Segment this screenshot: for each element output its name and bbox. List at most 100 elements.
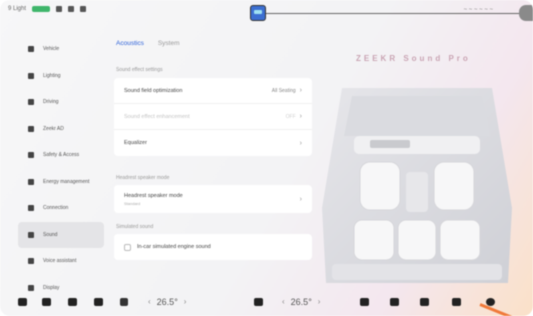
engine-sound-checkbox[interactable] [124, 243, 131, 251]
chevron-right-icon: › [299, 87, 302, 94]
temp-right-decrease[interactable]: ‹ [282, 297, 285, 307]
fan-icon[interactable] [94, 298, 103, 306]
screen-shape [370, 140, 410, 148]
status-text: 9 Light [8, 6, 27, 12]
section-title-sound-effect: Sound effect settings [116, 67, 163, 73]
settings-screen: 9 Light ~ ~ ~ ~ ~ ~ Vehicle Lighting Dri… [0, 0, 533, 316]
sidebar-item-label: Vehicle [43, 46, 60, 52]
temp-left-decrease[interactable]: ‹ [148, 297, 151, 307]
temp-right-value: 26.5° [290, 297, 312, 307]
headrest-sub: Standard [124, 200, 141, 206]
rear-shelf [332, 264, 502, 280]
chevron-right-icon: › [299, 195, 302, 203]
center-console [406, 172, 428, 212]
temp-left-increase[interactable]: › [184, 297, 187, 307]
sound-field-value: All Seating [271, 87, 296, 94]
status-left: 9 Light [8, 6, 87, 12]
sidebar-item-label: Energy management [43, 178, 90, 185]
seat-rear-right [439, 219, 481, 261]
bottom-dock: ‹ 26.5° › ‹ 26.5° › [0, 290, 533, 316]
car-interior-illustration [322, 88, 512, 283]
top-slider-track [265, 13, 523, 14]
sidebar-item-driving[interactable]: Driving [18, 89, 104, 115]
sidebar-item-label: Connection [43, 205, 69, 211]
music-icon[interactable] [420, 298, 429, 306]
sound-effect-card: Sound field optimization All Seating › S… [114, 78, 312, 156]
tab-acoustics[interactable]: Acoustics [116, 40, 144, 47]
chevron-right-icon: › [299, 139, 302, 147]
headrest-label: Headrest speaker mode [124, 192, 183, 199]
tab-system[interactable]: System [158, 40, 180, 47]
energy-icon [28, 178, 34, 185]
sidebar-item-label: Driving [43, 99, 59, 105]
sidebar-item-label: Lighting [43, 72, 61, 79]
sidebar-item-lighting[interactable]: Lighting [18, 63, 104, 89]
sidebar-item-sound[interactable]: Sound [18, 221, 104, 248]
image-app-icon[interactable] [250, 5, 266, 21]
steering-icon [28, 99, 34, 105]
wifi-icon [68, 6, 75, 12]
seat-rear-left [353, 219, 395, 261]
link-icon [28, 205, 34, 211]
sidebar-item-label: Voice assistant [43, 258, 77, 264]
sound-field-row[interactable]: Sound field optimization All Seating › [114, 78, 312, 104]
mic-icon [28, 258, 34, 264]
headrest-text: Headrest speaker mode Standard [124, 193, 183, 206]
headrest-card: Headrest speaker mode Standard › [114, 185, 312, 213]
sidebar-item-label: Zeekr AD [43, 125, 64, 132]
headrest-row[interactable]: Headrest speaker mode Standard › [114, 185, 312, 213]
engine-sound-row[interactable]: In-car simulated engine sound [114, 234, 312, 260]
equalizer-label: Equalizer [124, 140, 147, 146]
seat-rear-middle [397, 219, 437, 261]
sound-effect-enhancement-label: Sound effect enhancement [124, 113, 190, 120]
brand-title: ZEEKR Sound Pro [356, 54, 471, 63]
light-icon [28, 72, 34, 79]
climate-icon[interactable] [254, 298, 263, 306]
shield-icon [28, 152, 34, 158]
mail-icon[interactable] [390, 298, 399, 306]
engine-sound-label: In-car simulated engine sound [137, 244, 211, 250]
sidebar-item-label: Sound [43, 231, 58, 238]
sidebar-item-voice[interactable]: Voice assistant [18, 248, 104, 274]
sound-effect-enhancement-row[interactable]: Sound effect enhancement OFF › [114, 104, 312, 130]
sound-field-value-wrap: All Seating › [272, 87, 302, 94]
sidebar-item-label: Safety & Access [43, 152, 80, 158]
sidebar-item-zeekr-ad[interactable]: Zeekr AD [18, 116, 104, 142]
drag-handle[interactable] [519, 5, 533, 21]
simulated-sound-card: In-car simulated engine sound [114, 234, 312, 260]
assist-icon [28, 125, 34, 132]
bluetooth-icon [80, 6, 87, 12]
section-title-headrest: Headrest speaker mode [116, 175, 170, 181]
phone-icon[interactable] [120, 298, 128, 306]
windshield-shape [344, 96, 490, 136]
home-icon[interactable] [18, 298, 27, 306]
seat-front-left [359, 161, 401, 211]
seat-heat-icon[interactable] [360, 298, 369, 306]
settings-sidebar: Vehicle Lighting Driving Zeekr AD Safety… [18, 36, 104, 301]
seat-icon[interactable] [68, 298, 77, 306]
sound-effect-enhancement-value-wrap: OFF › [286, 113, 302, 120]
seat-front-right [433, 161, 475, 211]
sidebar-item-safety[interactable]: Safety & Access [18, 142, 104, 168]
car-icon [28, 46, 34, 52]
settings-tabs: Acoustics System [116, 40, 180, 47]
speaker-icon [28, 231, 34, 238]
profile-icon[interactable] [486, 298, 495, 306]
sidebar-item-vehicle[interactable]: Vehicle [18, 36, 104, 62]
chevron-right-icon: › [299, 113, 302, 120]
car-icon[interactable] [42, 298, 51, 306]
temp-left-value: 26.5° [156, 297, 178, 307]
temp-right-increase[interactable]: › [318, 297, 321, 307]
sound-field-label: Sound field optimization [124, 87, 183, 94]
status-bar: 9 Light ~ ~ ~ ~ ~ ~ [0, 0, 533, 22]
section-title-simulated: Simulated sound [116, 224, 154, 230]
sidebar-item-connection[interactable]: Connection [18, 195, 104, 221]
sound-effect-enhancement-value: OFF [285, 113, 296, 120]
equalizer-row[interactable]: Equalizer › [114, 130, 312, 156]
signal-icon [56, 6, 63, 12]
sidebar-item-energy[interactable]: Energy management [18, 169, 104, 195]
apps-icon[interactable] [452, 298, 461, 306]
battery-icon [32, 6, 51, 12]
temp-left-group: ‹ 26.5° › [148, 297, 186, 307]
temp-right-group: ‹ 26.5° › [282, 297, 320, 307]
